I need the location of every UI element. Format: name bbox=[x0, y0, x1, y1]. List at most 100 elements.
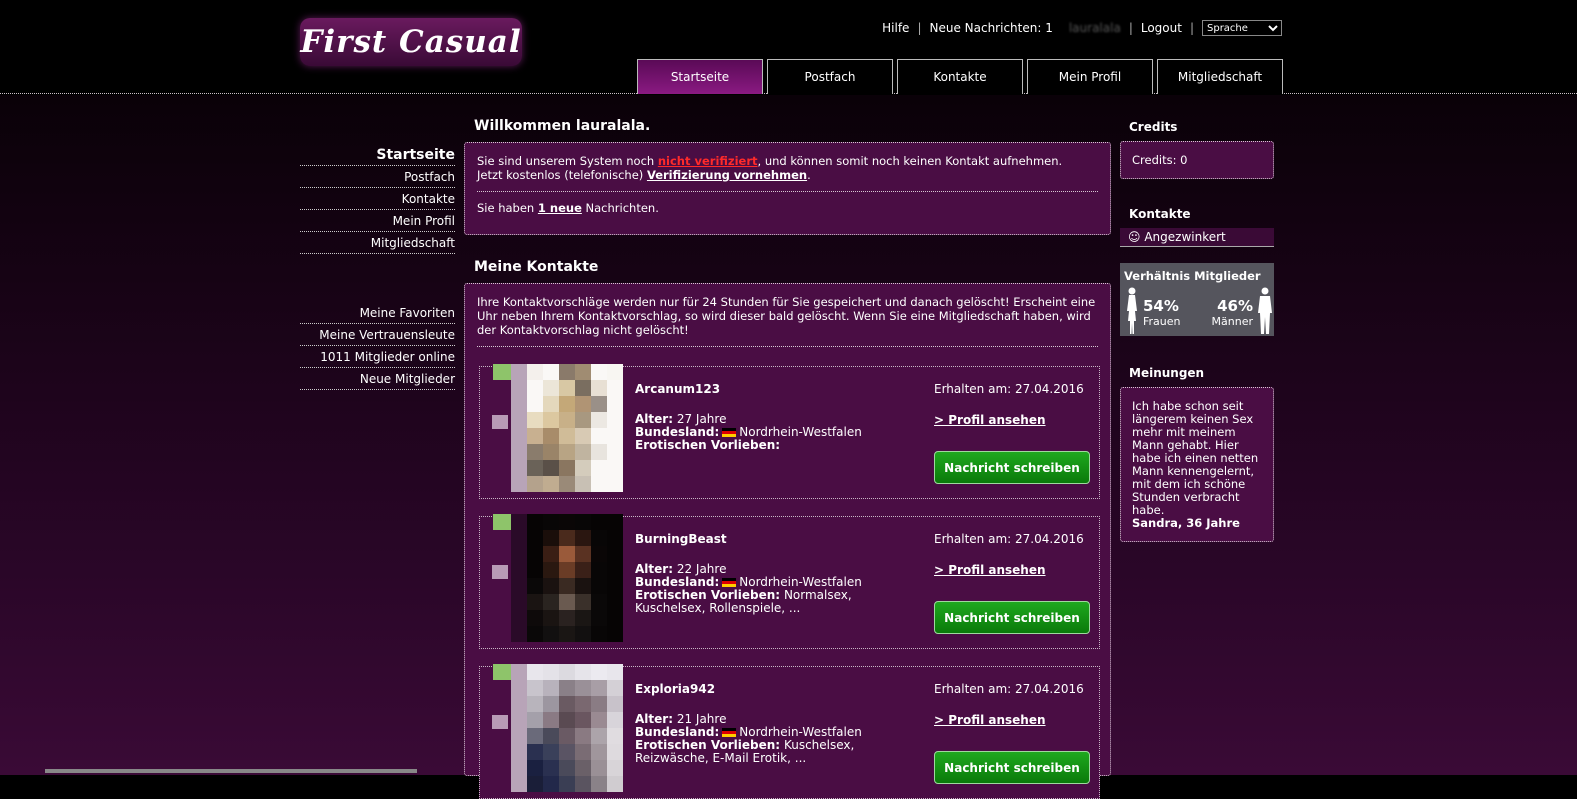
opinion-box: Ich habe schon seit längerem keinen Sex … bbox=[1120, 387, 1274, 542]
winked-link[interactable]: ☺ Angezwinkert bbox=[1120, 228, 1274, 247]
photo-pixel bbox=[575, 626, 591, 642]
tab-postfach[interactable]: Postfach bbox=[767, 59, 893, 94]
photo-pixel bbox=[527, 696, 543, 712]
photo-pixel bbox=[527, 776, 543, 792]
view-profile-link[interactable]: > Profil ansehen bbox=[934, 413, 1046, 427]
contact-photo[interactable] bbox=[511, 514, 623, 642]
photo-pixel bbox=[543, 728, 559, 744]
photo-pixel bbox=[607, 514, 623, 530]
photo-pixel bbox=[511, 428, 527, 444]
photo-pixel bbox=[575, 610, 591, 626]
photo-pixel bbox=[559, 626, 575, 642]
contact-info: Alter: 22 Jahre Bundesland: Nordrhein-West… bbox=[635, 563, 915, 615]
view-profile-link[interactable]: > Profil ansehen bbox=[934, 563, 1046, 577]
language-select[interactable]: Sprache bbox=[1202, 20, 1282, 36]
view-profile-link[interactable]: > Profil ansehen bbox=[934, 713, 1046, 727]
photo-pixel bbox=[543, 380, 559, 396]
photo-pixel bbox=[575, 696, 591, 712]
welcome-box: Sie sind unserem System noch nicht verif… bbox=[464, 142, 1111, 235]
contact-card: Exploria942 Alter: 21 Jahre Bundesland: Nor… bbox=[479, 664, 1100, 799]
photo-pixel bbox=[543, 578, 559, 594]
photo-pixel bbox=[575, 428, 591, 444]
photo-pixel bbox=[511, 460, 527, 476]
contact-name[interactable]: BurningBeast bbox=[635, 532, 727, 546]
men-percent: 46% bbox=[1217, 297, 1253, 315]
received-value: 27.04.2016 bbox=[1015, 532, 1084, 546]
germany-flag-icon bbox=[722, 728, 737, 737]
horizontal-scrollbar[interactable] bbox=[45, 769, 417, 773]
photo-pixel bbox=[543, 696, 559, 712]
state-label: Bundesland: bbox=[635, 725, 720, 739]
state-label: Bundesland: bbox=[635, 575, 720, 589]
left-nav-neue-mitglieder[interactable]: Neue Mitglieder bbox=[300, 368, 455, 390]
left-nav-postfach[interactable]: Postfach bbox=[300, 166, 455, 188]
write-message-button[interactable]: Nachricht schreiben bbox=[934, 751, 1090, 784]
logo[interactable]: First Casual bbox=[300, 18, 522, 66]
photo-pixel bbox=[591, 514, 607, 530]
photo-pixel bbox=[543, 760, 559, 776]
photo-pixel bbox=[511, 744, 527, 760]
tab-mitgliedschaft[interactable]: Mitgliedschaft bbox=[1157, 59, 1283, 94]
separator: | bbox=[1189, 21, 1194, 35]
photo-pixel bbox=[527, 744, 543, 760]
left-nav-vertrauensleute[interactable]: Meine Vertrauensleute bbox=[300, 324, 455, 346]
not-verified-link[interactable]: nicht verifiziert bbox=[658, 154, 758, 168]
logout-link[interactable]: Logout bbox=[1133, 21, 1190, 35]
photo-pixel bbox=[543, 364, 559, 380]
opinion-text: Ich habe schon seit längerem keinen Sex … bbox=[1132, 399, 1259, 517]
left-nav-heading[interactable]: Startseite bbox=[300, 145, 455, 166]
photo-pixel bbox=[559, 776, 575, 792]
photo-pixel bbox=[591, 760, 607, 776]
photo-pixel bbox=[575, 546, 591, 562]
write-message-button[interactable]: Nachricht schreiben bbox=[934, 601, 1090, 634]
photo-pixel bbox=[607, 664, 623, 680]
left-nav-favoriten[interactable]: Meine Favoriten bbox=[300, 302, 455, 324]
photo-pixel bbox=[591, 444, 607, 460]
left-nav-mitgliedschaft[interactable]: Mitgliedschaft bbox=[300, 232, 455, 254]
write-message-button[interactable]: Nachricht schreiben bbox=[934, 451, 1090, 484]
photo-pixel bbox=[543, 664, 559, 680]
photo-pixel bbox=[607, 460, 623, 476]
text: Jetzt kostenlos (telefonische) bbox=[477, 168, 647, 182]
photo-pixel bbox=[591, 664, 607, 680]
badge-icon bbox=[492, 415, 508, 429]
photo-pixel bbox=[591, 578, 607, 594]
photo-pixel bbox=[527, 396, 543, 412]
contacts-box: Ihre Kontaktvorschläge werden nur für 24… bbox=[464, 283, 1111, 799]
contact-photo[interactable] bbox=[511, 364, 623, 492]
age-label: Alter: bbox=[635, 712, 673, 726]
photo-pixel bbox=[575, 776, 591, 792]
new-messages-count-link[interactable]: 1 neue bbox=[538, 201, 582, 215]
erotic-label: Erotischen Vorlieben: bbox=[635, 738, 781, 752]
help-link[interactable]: Hilfe bbox=[874, 21, 917, 35]
contact-name[interactable]: Arcanum123 bbox=[635, 382, 720, 396]
left-nav-kontakte[interactable]: Kontakte bbox=[300, 188, 455, 210]
photo-pixel bbox=[575, 728, 591, 744]
photo-pixel bbox=[527, 680, 543, 696]
photo-pixel bbox=[559, 680, 575, 696]
badge-icon bbox=[492, 715, 508, 729]
photo-pixel bbox=[607, 744, 623, 760]
contacts-notice: Ihre Kontaktvorschläge werden nur für 24… bbox=[477, 295, 1096, 337]
left-nav-online[interactable]: 1011 Mitglieder online bbox=[300, 346, 455, 368]
photo-pixel bbox=[527, 514, 543, 530]
verify-link[interactable]: Verifizierung vornehmen bbox=[647, 168, 807, 182]
verification-notice: Sie sind unserem System noch nicht verif… bbox=[477, 154, 1098, 182]
photo-pixel bbox=[607, 364, 623, 380]
photo-pixel bbox=[559, 546, 575, 562]
tab-mein-profil[interactable]: Mein Profil bbox=[1027, 59, 1153, 94]
contact-photo[interactable] bbox=[511, 664, 623, 792]
new-messages-link[interactable]: Neue Nachrichten: 1 bbox=[921, 21, 1060, 35]
photo-pixel bbox=[575, 514, 591, 530]
man-silhouette-icon bbox=[1258, 287, 1272, 334]
photo-pixel bbox=[607, 728, 623, 744]
photo-pixel bbox=[543, 594, 559, 610]
left-nav-mein-profil[interactable]: Mein Profil bbox=[300, 210, 455, 232]
germany-flag-icon bbox=[722, 578, 737, 587]
contact-info: Alter: 21 Jahre Bundesland: Nordrhein-West… bbox=[635, 713, 915, 765]
text: Nachrichten. bbox=[581, 201, 659, 215]
contact-info: Alter: 27 Jahre Bundesland: Nordrhein-West… bbox=[635, 413, 915, 452]
tab-kontakte[interactable]: Kontakte bbox=[897, 59, 1023, 94]
tab-startseite[interactable]: Startseite bbox=[637, 59, 763, 94]
contact-name[interactable]: Exploria942 bbox=[635, 682, 715, 696]
